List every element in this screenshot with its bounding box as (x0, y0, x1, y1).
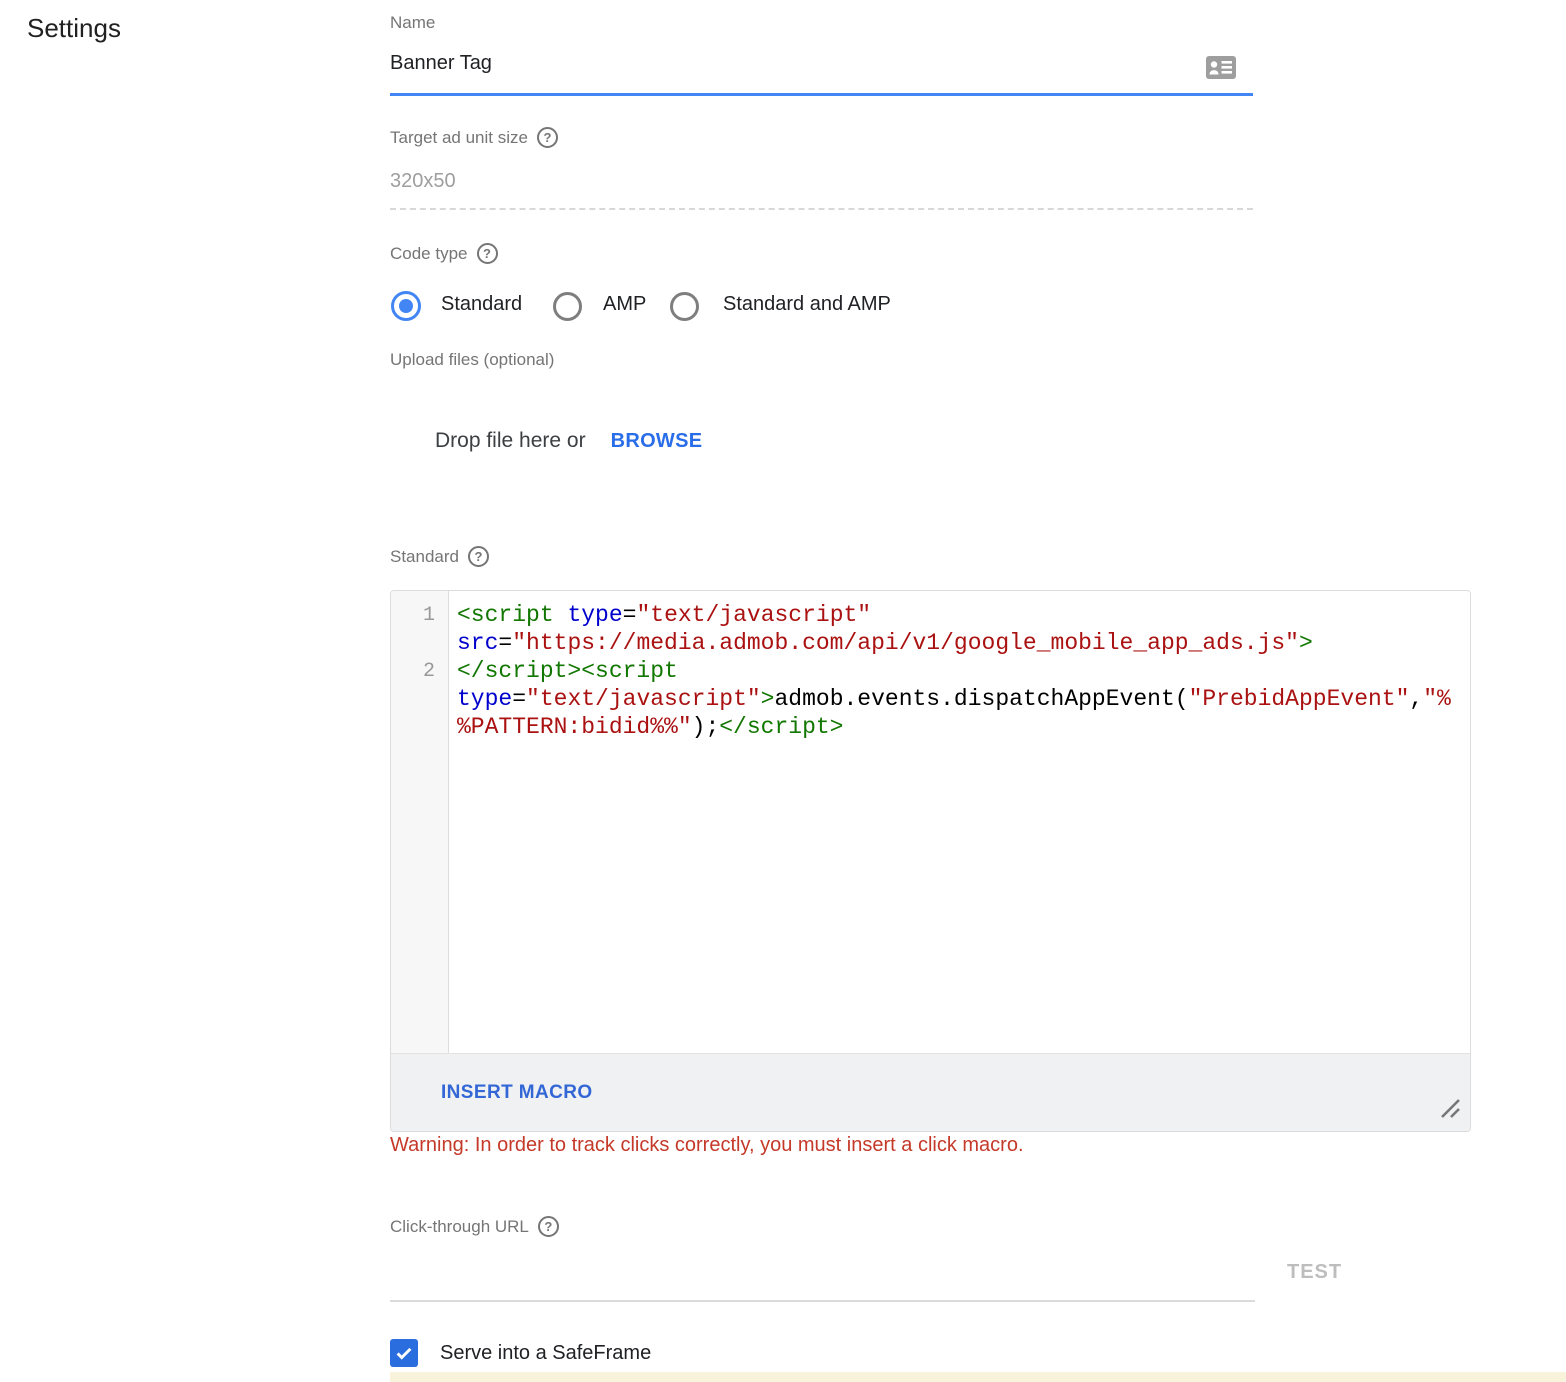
target-size-underline (390, 208, 1253, 210)
click-through-url-underline (390, 1300, 1255, 1302)
radio-standard-label: Standard (441, 293, 522, 316)
radio-standard-and-amp[interactable] (670, 292, 699, 321)
code-type-label-row: Code type ? (390, 243, 498, 264)
standard-code-help-icon[interactable]: ? (468, 546, 489, 567)
target-size-label: Target ad unit size (390, 128, 528, 148)
page-title: Settings (27, 13, 121, 44)
settings-page: Settings Name Banner Tag Target ad unit … (0, 0, 1566, 1382)
radio-standard[interactable] (391, 291, 421, 321)
code-lines: 1<script type="text/javascript" src="htt… (391, 601, 1470, 741)
code-line: 2</script><script type="text/javascript"… (391, 657, 1470, 741)
standard-code-label-row: Standard ? (390, 546, 489, 567)
name-input-underline (390, 93, 1253, 96)
target-size-label-row: Target ad unit size ? (390, 127, 558, 148)
code-editor: 1<script type="text/javascript" src="htt… (390, 590, 1471, 1132)
code-line: 1<script type="text/javascript" src="htt… (391, 601, 1470, 657)
click-through-url-help-icon[interactable]: ? (538, 1216, 559, 1237)
drop-file-text: Drop file here or (435, 429, 586, 453)
line-number: 1 (391, 601, 448, 657)
radio-standard-and-amp-label: Standard and AMP (723, 293, 891, 316)
warning-text: Warning: In order to track clicks correc… (390, 1134, 1024, 1157)
code-text: <script type="text/javascript" src="http… (448, 601, 1457, 657)
code-text: </script><script type="text/javascript">… (448, 657, 1457, 741)
name-input[interactable]: Banner Tag (390, 52, 492, 75)
radio-selected-dot (399, 299, 413, 313)
target-size-help-icon[interactable]: ? (537, 127, 558, 148)
code-textarea[interactable]: 1<script type="text/javascript" src="htt… (391, 591, 1470, 1053)
browse-button[interactable]: BROWSE (611, 430, 703, 453)
upload-files-label: Upload files (optional) (390, 350, 554, 370)
click-through-url-input[interactable] (390, 1255, 1255, 1300)
file-drop-zone[interactable]: Drop file here or BROWSE (435, 429, 702, 453)
code-type-help-icon[interactable]: ? (477, 243, 498, 264)
standard-code-label: Standard (390, 547, 459, 567)
insert-macro-button[interactable]: INSERT MACRO (441, 1082, 593, 1104)
test-button[interactable]: TEST (1287, 1261, 1342, 1284)
resize-grip-icon[interactable] (1438, 1096, 1462, 1125)
contact-card-icon (1206, 56, 1236, 84)
radio-amp[interactable] (553, 292, 582, 321)
click-through-url-label-row: Click-through URL ? (390, 1216, 559, 1237)
notice-bar (390, 1372, 1566, 1382)
line-number: 2 (391, 657, 448, 741)
code-type-label: Code type (390, 244, 468, 264)
click-through-url-label: Click-through URL (390, 1217, 529, 1237)
radio-amp-label: AMP (603, 293, 646, 316)
safeframe-checkbox[interactable] (390, 1339, 418, 1367)
safeframe-label[interactable]: Serve into a SafeFrame (440, 1342, 651, 1365)
name-field-label: Name (390, 13, 435, 33)
target-size-value: 320x50 (390, 170, 456, 193)
safeframe-row: Serve into a SafeFrame (390, 1339, 651, 1367)
checkmark-icon (393, 1342, 415, 1364)
code-editor-footer: INSERT MACRO (391, 1053, 1470, 1131)
